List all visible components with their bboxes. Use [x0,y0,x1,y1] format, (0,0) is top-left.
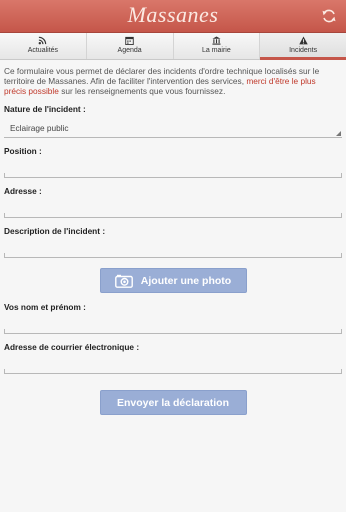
tab-incidents[interactable]: Incidents [260,33,346,60]
app-title: Massanes [127,2,219,27]
tab-label: Agenda [117,47,142,54]
intro-text: Ce formulaire vous permet de déclarer de… [4,66,320,96]
nature-value: Eclairage public [10,123,69,133]
tab-agenda[interactable]: Agenda [87,33,174,59]
tab-la-mairie[interactable]: La mairie [174,33,261,59]
name-label: Vos nom et prénom : [4,302,86,312]
tab-label: La mairie [201,47,231,54]
tab-bar: Actualités Agenda La mairie Incidents [0,33,346,60]
submit-button[interactable]: Envoyer la déclaration [99,390,247,415]
email-input[interactable] [4,356,342,374]
add-photo-label: Ajouter une photo [140,274,232,287]
calendar-icon [125,36,134,45]
name-input[interactable] [4,316,342,334]
dropdown-corner-icon [336,131,341,136]
address-label: Adresse : [4,186,42,196]
refresh-icon[interactable] [321,8,337,24]
position-input[interactable] [4,160,342,178]
position-label: Position : [4,146,42,156]
description-input[interactable] [4,240,342,258]
town-hall-icon [212,36,221,45]
add-photo-button[interactable]: Ajouter une photo [99,268,247,293]
nature-select[interactable]: Eclairage public [4,118,342,138]
app-header: Massanes [0,0,346,33]
tab-label: Incidents [289,47,318,54]
tab-actualites[interactable]: Actualités [0,33,87,59]
rss-icon [39,36,47,45]
camera-icon [114,274,133,288]
description-label: Description de l'incident : [4,226,106,236]
tab-label: Actualités [27,47,59,54]
email-label: Adresse de courrier électronique : [4,342,140,352]
nature-label: Nature de l'incident : [4,104,86,114]
warning-icon [298,36,308,45]
address-input[interactable] [4,200,342,218]
incident-form: Ce formulaire vous permet de déclarer de… [0,60,346,415]
